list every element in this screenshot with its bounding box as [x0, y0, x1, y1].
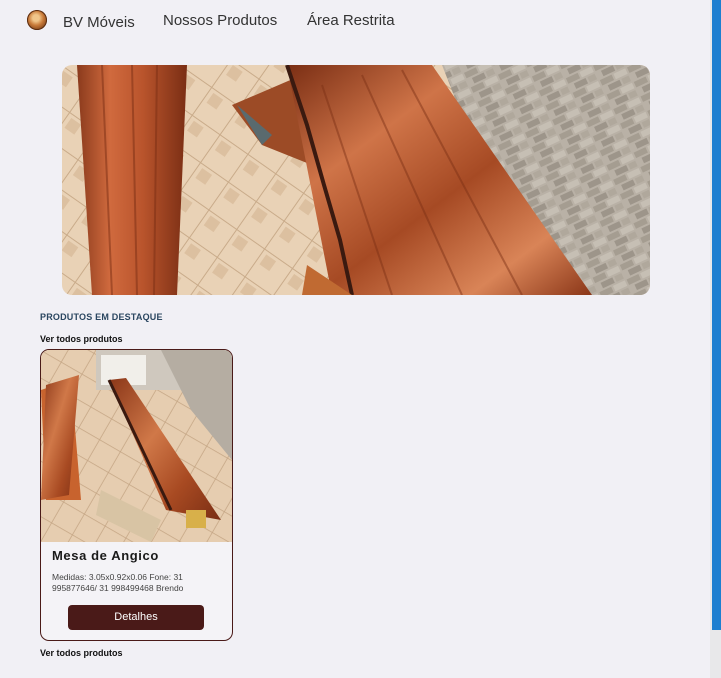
product-card: Mesa de Angico Medidas: 3.05x0.92x0.06 F… [40, 349, 233, 641]
top-navbar: BV Móveis Nossos Produtos Área Restrita [0, 0, 710, 40]
nav-link-nossos-produtos[interactable]: Nossos Produtos [163, 12, 277, 29]
brand-logo-icon[interactable] [27, 10, 47, 30]
scrollbar-thumb[interactable] [712, 0, 721, 630]
brand-name[interactable]: BV Móveis [63, 14, 135, 31]
hero-banner-image [62, 65, 650, 295]
product-description: Medidas: 3.05x0.92x0.06 Fone: 31 9958776… [52, 572, 184, 593]
see-all-products-link[interactable]: Ver todos produtos [40, 334, 123, 344]
featured-products-heading: PRODUTOS EM DESTAQUE [40, 312, 163, 322]
see-all-products-link-bottom[interactable]: Ver todos produtos [40, 648, 123, 658]
product-title: Mesa de Angico [52, 548, 159, 563]
nav-link-area-restrita[interactable]: Área Restrita [307, 12, 395, 29]
product-image [41, 350, 232, 542]
details-button[interactable]: Detalhes [68, 605, 204, 630]
